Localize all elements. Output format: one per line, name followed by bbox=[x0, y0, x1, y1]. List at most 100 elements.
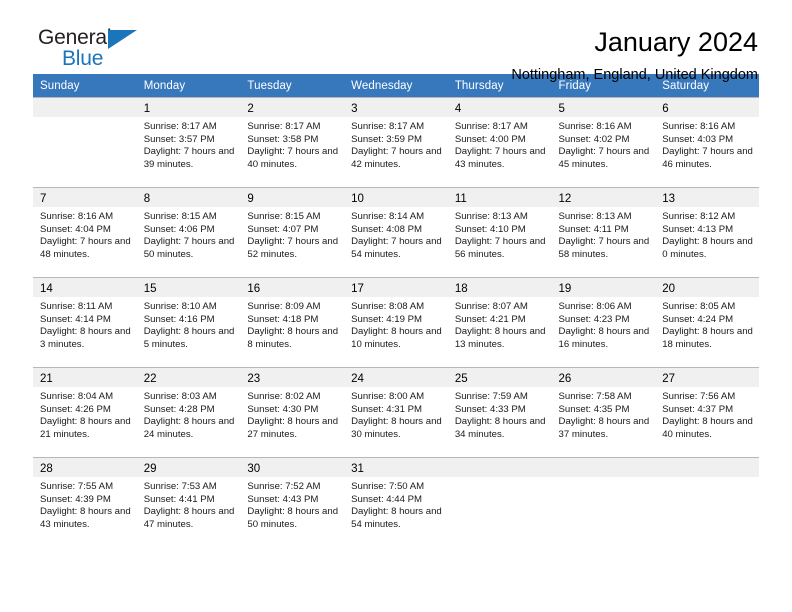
day-number bbox=[551, 458, 656, 477]
day-details: Sunrise: 8:17 AM Sunset: 4:00 PM Daylight:… bbox=[448, 117, 552, 171]
sunrise-text: Sunrise: 8:14 AM bbox=[351, 211, 425, 222]
calendar-cell-inner: 28 Sunrise: 7:55 AM Sunset: 4:39 PM Dayligh… bbox=[33, 458, 137, 547]
calendar-day-cell[interactable]: 24 Sunrise: 8:00 AM Sunset: 4:31 PM Dayligh… bbox=[344, 367, 448, 458]
day-details: Sunrise: 8:16 AM Sunset: 4:03 PM Daylight:… bbox=[655, 117, 759, 171]
sunrise-text: Sunrise: 8:03 AM bbox=[143, 391, 217, 402]
calendar-cell-inner: 5 Sunrise: 8:16 AM Sunset: 4:02 PM Daylight… bbox=[551, 98, 656, 187]
calendar-day-cell[interactable]: 27 Sunrise: 7:56 AM Sunset: 4:37 PM Dayligh… bbox=[655, 367, 759, 458]
day-number: 6 bbox=[655, 98, 759, 117]
calendar-cell-inner bbox=[447, 458, 552, 547]
sunrise-text: Sunrise: 7:58 AM bbox=[558, 391, 632, 402]
calendar-page: General Blue January 2024 Nottingham, En… bbox=[0, 0, 792, 612]
logo-text-blue: Blue bbox=[62, 47, 104, 70]
calendar-day-cell[interactable]: 20 Sunrise: 8:05 AM Sunset: 4:24 PM Dayligh… bbox=[655, 277, 759, 368]
sunrise-text: Sunrise: 8:16 AM bbox=[662, 121, 736, 132]
calendar-day-cell[interactable]: 6 Sunrise: 8:16 AM Sunset: 4:03 PM Daylight… bbox=[655, 97, 759, 188]
day-number: 26 bbox=[551, 368, 656, 387]
calendar-day-cell[interactable]: 22 Sunrise: 8:03 AM Sunset: 4:28 PM Dayligh… bbox=[136, 367, 241, 458]
calendar-day-cell[interactable]: 4 Sunrise: 8:17 AM Sunset: 4:00 PM Daylight… bbox=[447, 97, 552, 188]
daylight-text: Daylight: 7 hours and 42 minutes. bbox=[351, 146, 442, 170]
daylight-text: Daylight: 8 hours and 24 minutes. bbox=[143, 416, 235, 440]
daylight-text: Daylight: 8 hours and 54 minutes. bbox=[351, 506, 442, 530]
calendar-day-cell[interactable]: 11 Sunrise: 8:13 AM Sunset: 4:10 PM Dayligh… bbox=[447, 187, 552, 278]
calendar-day-cell[interactable]: 3 Sunrise: 8:17 AM Sunset: 3:59 PM Daylight… bbox=[344, 97, 448, 188]
sunset-text: Sunset: 4:28 PM bbox=[143, 403, 215, 415]
calendar-day-cell[interactable]: 9 Sunrise: 8:15 AM Sunset: 4:07 PM Daylight… bbox=[240, 187, 345, 278]
day-details: Sunrise: 8:11 AM Sunset: 4:14 PM Daylight:… bbox=[33, 297, 137, 351]
day-details: Sunrise: 8:09 AM Sunset: 4:18 PM Daylight:… bbox=[240, 297, 344, 351]
calendar-day-cell[interactable]: 23 Sunrise: 8:02 AM Sunset: 4:30 PM Dayligh… bbox=[240, 367, 345, 458]
daylight-text: Daylight: 8 hours and 5 minutes. bbox=[143, 326, 235, 350]
calendar-day-cell[interactable]: 16 Sunrise: 8:09 AM Sunset: 4:18 PM Dayligh… bbox=[240, 277, 345, 368]
calendar-day-cell[interactable]: 8 Sunrise: 8:15 AM Sunset: 4:06 PM Daylight… bbox=[136, 187, 241, 278]
sunrise-text: Sunrise: 7:50 AM bbox=[351, 481, 425, 492]
calendar-day-cell[interactable]: 18 Sunrise: 8:07 AM Sunset: 4:21 PM Dayligh… bbox=[447, 277, 552, 368]
sunset-text: Sunset: 4:06 PM bbox=[143, 223, 215, 235]
calendar-day-cell[interactable]: 30 Sunrise: 7:52 AM Sunset: 4:43 PM Dayligh… bbox=[240, 457, 345, 547]
calendar-day-cell[interactable]: 31 Sunrise: 7:50 AM Sunset: 4:44 PM Dayligh… bbox=[344, 457, 448, 547]
sunset-text: Sunset: 4:21 PM bbox=[454, 313, 526, 325]
sunset-text: Sunset: 4:07 PM bbox=[247, 223, 319, 235]
day-number: 14 bbox=[33, 278, 137, 297]
calendar-day-cell[interactable]: 17 Sunrise: 8:08 AM Sunset: 4:19 PM Dayligh… bbox=[344, 277, 448, 368]
day-details: Sunrise: 7:53 AM Sunset: 4:41 PM Daylight:… bbox=[137, 477, 241, 531]
sunrise-text: Sunrise: 8:17 AM bbox=[247, 121, 321, 132]
sunrise-text: Sunrise: 8:08 AM bbox=[351, 301, 425, 312]
calendar-cell-inner bbox=[33, 98, 137, 187]
calendar-cell-inner: 23 Sunrise: 8:02 AM Sunset: 4:30 PM Dayligh… bbox=[240, 368, 345, 457]
daylight-text: Daylight: 8 hours and 18 minutes. bbox=[662, 326, 753, 350]
calendar-day-cell[interactable]: 29 Sunrise: 7:53 AM Sunset: 4:41 PM Dayligh… bbox=[136, 457, 241, 547]
day-number: 30 bbox=[240, 458, 345, 477]
day-details: Sunrise: 8:03 AM Sunset: 4:28 PM Daylight:… bbox=[137, 387, 241, 441]
calendar-cell-inner: 2 Sunrise: 8:17 AM Sunset: 3:58 PM Daylight… bbox=[240, 98, 345, 187]
calendar-day-cell[interactable]: 26 Sunrise: 7:58 AM Sunset: 4:35 PM Dayligh… bbox=[551, 367, 656, 458]
calendar-day-cell[interactable]: 1 Sunrise: 8:17 AM Sunset: 3:57 PM Daylight… bbox=[136, 97, 241, 188]
day-number: 21 bbox=[33, 368, 137, 387]
sunset-text: Sunset: 3:58 PM bbox=[247, 133, 319, 145]
weekday-header-tuesday: Tuesday bbox=[240, 74, 345, 98]
sunset-text: Sunset: 4:24 PM bbox=[662, 313, 734, 325]
calendar-day-cell[interactable]: 19 Sunrise: 8:06 AM Sunset: 4:23 PM Dayligh… bbox=[551, 277, 656, 368]
day-details: Sunrise: 7:56 AM Sunset: 4:37 PM Daylight:… bbox=[655, 387, 759, 441]
sunrise-text: Sunrise: 7:59 AM bbox=[454, 391, 528, 402]
calendar-day-cell[interactable]: 10 Sunrise: 8:14 AM Sunset: 4:08 PM Dayligh… bbox=[344, 187, 448, 278]
daylight-text: Daylight: 8 hours and 37 minutes. bbox=[558, 416, 650, 440]
sunset-text: Sunset: 4:00 PM bbox=[454, 133, 526, 145]
calendar-cell-inner bbox=[655, 458, 759, 547]
daylight-text: Daylight: 7 hours and 56 minutes. bbox=[454, 236, 546, 260]
sunset-text: Sunset: 4:18 PM bbox=[247, 313, 319, 325]
calendar-day-cell[interactable]: 12 Sunrise: 8:13 AM Sunset: 4:11 PM Dayligh… bbox=[551, 187, 656, 278]
day-number: 9 bbox=[240, 188, 345, 207]
calendar-cell-inner: 20 Sunrise: 8:05 AM Sunset: 4:24 PM Dayligh… bbox=[655, 278, 759, 367]
day-details: Sunrise: 8:04 AM Sunset: 4:26 PM Daylight:… bbox=[33, 387, 137, 441]
sunset-text: Sunset: 4:23 PM bbox=[558, 313, 630, 325]
daylight-text: Daylight: 8 hours and 30 minutes. bbox=[351, 416, 442, 440]
calendar-day-cell[interactable]: 5 Sunrise: 8:16 AM Sunset: 4:02 PM Daylight… bbox=[551, 97, 656, 188]
daylight-text: Daylight: 8 hours and 8 minutes. bbox=[247, 326, 339, 350]
calendar-day-cell[interactable]: 2 Sunrise: 8:17 AM Sunset: 3:58 PM Daylight… bbox=[240, 97, 345, 188]
calendar-cell-inner: 25 Sunrise: 7:59 AM Sunset: 4:33 PM Dayligh… bbox=[447, 368, 552, 457]
sunrise-text: Sunrise: 7:55 AM bbox=[40, 481, 114, 492]
sunrise-text: Sunrise: 8:09 AM bbox=[247, 301, 321, 312]
day-number: 23 bbox=[240, 368, 345, 387]
calendar-week-row: 7 Sunrise: 8:16 AM Sunset: 4:04 PM Daylight… bbox=[33, 187, 759, 278]
calendar-day-cell[interactable]: 13 Sunrise: 8:12 AM Sunset: 4:13 PM Dayligh… bbox=[655, 187, 759, 278]
sunrise-text: Sunrise: 8:17 AM bbox=[454, 121, 528, 132]
calendar-day-cell[interactable]: 14 Sunrise: 8:11 AM Sunset: 4:14 PM Dayligh… bbox=[33, 277, 137, 368]
sunset-text: Sunset: 4:33 PM bbox=[454, 403, 526, 415]
calendar-day-cell[interactable]: 25 Sunrise: 7:59 AM Sunset: 4:33 PM Dayligh… bbox=[447, 367, 552, 458]
daylight-text: Daylight: 7 hours and 45 minutes. bbox=[558, 146, 650, 170]
day-number: 25 bbox=[447, 368, 552, 387]
day-number: 27 bbox=[655, 368, 759, 387]
sunset-text: Sunset: 3:57 PM bbox=[143, 133, 215, 145]
day-details: Sunrise: 8:12 AM Sunset: 4:13 PM Daylight:… bbox=[655, 207, 759, 261]
sunrise-text: Sunrise: 7:52 AM bbox=[247, 481, 321, 492]
day-details: Sunrise: 8:17 AM Sunset: 3:59 PM Daylight:… bbox=[344, 117, 448, 171]
calendar-day-cell[interactable]: 15 Sunrise: 8:10 AM Sunset: 4:16 PM Dayligh… bbox=[136, 277, 241, 368]
day-number: 19 bbox=[551, 278, 656, 297]
calendar-day-cell[interactable]: 21 Sunrise: 8:04 AM Sunset: 4:26 PM Dayligh… bbox=[33, 367, 137, 458]
calendar-day-cell[interactable]: 28 Sunrise: 7:55 AM Sunset: 4:39 PM Dayligh… bbox=[33, 457, 137, 547]
sunrise-text: Sunrise: 8:00 AM bbox=[351, 391, 425, 402]
sunrise-text: Sunrise: 8:15 AM bbox=[143, 211, 217, 222]
calendar-day-cell[interactable]: 7 Sunrise: 8:16 AM Sunset: 4:04 PM Daylight… bbox=[33, 187, 137, 278]
